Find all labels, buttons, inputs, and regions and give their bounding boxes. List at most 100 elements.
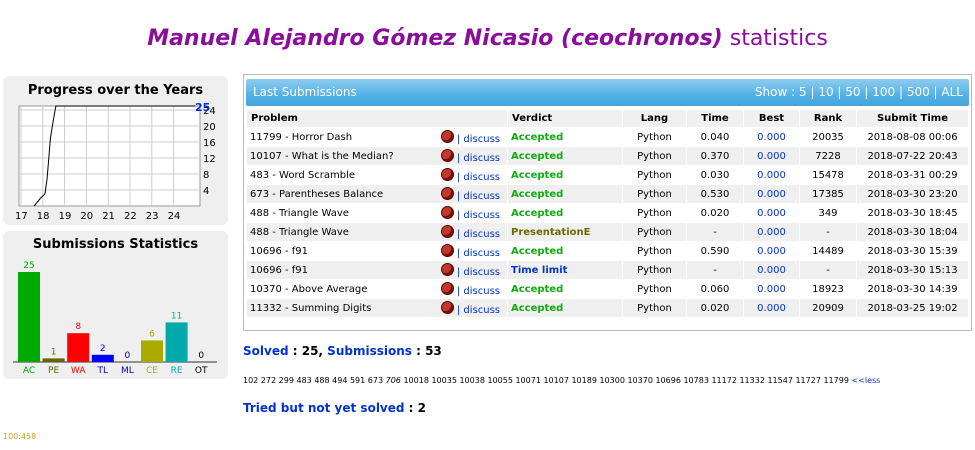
discuss-link[interactable]: discuss bbox=[463, 153, 500, 164]
solved-problem-number[interactable]: 483 bbox=[296, 376, 311, 385]
bomb-icon[interactable] bbox=[440, 187, 454, 200]
verdict-cell: Accepted bbox=[508, 242, 622, 260]
problem-link[interactable]: 488 - Triangle Wave bbox=[250, 208, 349, 219]
col-submit-time: Submit Time bbox=[857, 110, 968, 127]
bomb-icon[interactable] bbox=[440, 130, 454, 143]
solved-problem-number[interactable]: 10189 bbox=[571, 376, 596, 385]
discuss-link[interactable]: discuss bbox=[463, 248, 500, 259]
problem-link[interactable]: 10696 - f91 bbox=[250, 265, 308, 276]
bar-ce bbox=[141, 340, 163, 362]
discuss-link[interactable]: discuss bbox=[463, 172, 500, 183]
best-cell[interactable]: 0.000 bbox=[744, 204, 799, 222]
bomb-icon[interactable] bbox=[440, 301, 454, 314]
problem-cell: 488 - Triangle Wave | discuss bbox=[247, 223, 507, 241]
table-row: 11332 - Summing Digits | discuss Accepted P… bbox=[247, 299, 968, 317]
footer-counter: 100:458 bbox=[3, 432, 37, 441]
solved-problem-number[interactable]: 10696 bbox=[655, 376, 680, 385]
problem-cell: 10107 - What is the Median? | discuss bbox=[247, 147, 507, 165]
solved-problem-number[interactable]: 10107 bbox=[543, 376, 568, 385]
show-option-all[interactable]: ALL bbox=[938, 85, 963, 99]
best-cell[interactable]: 0.000 bbox=[744, 128, 799, 146]
solved-problem-number[interactable]: 488 bbox=[314, 376, 329, 385]
less-link[interactable]: <<less bbox=[851, 376, 880, 385]
problem-link[interactable]: 483 - Word Scramble bbox=[250, 170, 355, 181]
problem-link[interactable]: 10370 - Above Average bbox=[250, 284, 367, 295]
best-cell[interactable]: 0.000 bbox=[744, 166, 799, 184]
solved-problem-number[interactable]: 591 bbox=[350, 376, 365, 385]
bar-value-label: 11 bbox=[171, 311, 182, 321]
table-row: 488 - Triangle Wave | discuss Accepted Pyth… bbox=[247, 204, 968, 222]
best-cell[interactable]: 0.000 bbox=[744, 280, 799, 298]
solved-problem-number[interactable]: 673 bbox=[368, 376, 383, 385]
problem-link[interactable]: 11332 - Summing Digits bbox=[250, 303, 371, 314]
submissions-stats-panel: Submissions Statistics 25 AC 1 PE 8 WA 2 TL 0 ML 6… bbox=[3, 231, 228, 379]
table-row: 483 - Word Scramble | discuss Accepted Pyth… bbox=[247, 166, 968, 184]
problem-link[interactable]: 673 - Parentheses Balance bbox=[250, 189, 383, 200]
discuss-link[interactable]: discuss bbox=[463, 286, 500, 297]
solved-problem-number[interactable]: 10071 bbox=[515, 376, 540, 385]
solved-problem-number[interactable]: 11172 bbox=[711, 376, 736, 385]
lang-cell: Python bbox=[623, 204, 686, 222]
problem-link[interactable]: 10107 - What is the Median? bbox=[250, 151, 394, 162]
bomb-icon[interactable] bbox=[440, 225, 454, 238]
best-cell[interactable]: 0.000 bbox=[744, 223, 799, 241]
bomb-icon[interactable] bbox=[440, 206, 454, 219]
discuss-link[interactable]: discuss bbox=[463, 229, 500, 240]
solved-problem-number[interactable]: 10300 bbox=[599, 376, 624, 385]
best-cell[interactable]: 0.000 bbox=[744, 299, 799, 317]
page-title: Manuel Alejandro Gómez Nicasio (ceochron… bbox=[0, 26, 975, 51]
show-option-500[interactable]: 500 bbox=[903, 85, 934, 99]
bomb-icon[interactable] bbox=[440, 168, 454, 181]
discuss-link[interactable]: discuss bbox=[463, 191, 500, 202]
bomb-icon[interactable] bbox=[440, 263, 454, 276]
bomb-icon[interactable] bbox=[440, 244, 454, 257]
show-option-10[interactable]: 10 bbox=[815, 85, 838, 99]
solved-problem-number[interactable]: 10055 bbox=[487, 376, 512, 385]
discuss-link[interactable]: discuss bbox=[463, 134, 500, 145]
solved-problem-number[interactable]: 706 bbox=[386, 376, 401, 385]
discuss-area: | discuss bbox=[440, 168, 500, 183]
discuss-link[interactable]: discuss bbox=[463, 267, 500, 278]
problem-link[interactable]: 10696 - f91 bbox=[250, 246, 308, 257]
best-cell[interactable]: 0.000 bbox=[744, 185, 799, 203]
bomb-icon[interactable] bbox=[440, 282, 454, 295]
bar-value-label: 6 bbox=[149, 329, 155, 339]
problem-link[interactable]: 488 - Triangle Wave bbox=[250, 227, 349, 238]
solved-problem-number[interactable]: 299 bbox=[279, 376, 294, 385]
solved-problem-number[interactable]: 272 bbox=[261, 376, 276, 385]
show-option-50[interactable]: 50 bbox=[841, 85, 864, 99]
show-option-5[interactable]: 5 bbox=[799, 85, 810, 99]
solved-problem-number[interactable]: 10038 bbox=[459, 376, 484, 385]
x-tick-label: 18 bbox=[37, 211, 50, 222]
show-option-100[interactable]: 100 bbox=[868, 85, 899, 99]
solved-problem-number[interactable]: 11547 bbox=[767, 376, 792, 385]
solved-problem-number[interactable]: 10783 bbox=[683, 376, 708, 385]
time-cell: 0.370 bbox=[687, 147, 743, 165]
verdict-text: Accepted bbox=[511, 188, 564, 200]
problem-link[interactable]: 11799 - Horror Dash bbox=[250, 132, 352, 143]
best-cell[interactable]: 0.000 bbox=[744, 147, 799, 165]
solved-problem-number[interactable]: 494 bbox=[332, 376, 347, 385]
submit-time-cell: 2018-03-31 00:29 bbox=[857, 166, 968, 184]
last-submissions-header: Last Submissions Show : 5 | 10 | 50 | 10… bbox=[246, 79, 969, 106]
discuss-link[interactable]: discuss bbox=[463, 210, 500, 221]
discuss-link[interactable]: discuss bbox=[463, 305, 500, 316]
solved-problem-number[interactable]: 10370 bbox=[627, 376, 652, 385]
solved-problem-number[interactable]: 11727 bbox=[795, 376, 820, 385]
bar-value-label: 2 bbox=[100, 344, 106, 354]
best-cell[interactable]: 0.000 bbox=[744, 261, 799, 279]
lang-cell: Python bbox=[623, 128, 686, 146]
rank-cell: 18923 bbox=[800, 280, 856, 298]
verdict-text: Accepted bbox=[511, 283, 564, 295]
time-cell: 0.020 bbox=[687, 299, 743, 317]
discuss-area: | discuss bbox=[440, 187, 500, 202]
solved-problem-number[interactable]: 11332 bbox=[739, 376, 764, 385]
bomb-icon[interactable] bbox=[440, 149, 454, 162]
solved-problem-number[interactable]: 10035 bbox=[431, 376, 456, 385]
solved-problem-number[interactable]: 11799 bbox=[823, 376, 848, 385]
x-tick-label: 20 bbox=[80, 211, 93, 222]
lang-cell: Python bbox=[623, 185, 686, 203]
solved-problem-number[interactable]: 10018 bbox=[403, 376, 428, 385]
best-cell[interactable]: 0.000 bbox=[744, 242, 799, 260]
solved-problem-number[interactable]: 102 bbox=[243, 376, 258, 385]
